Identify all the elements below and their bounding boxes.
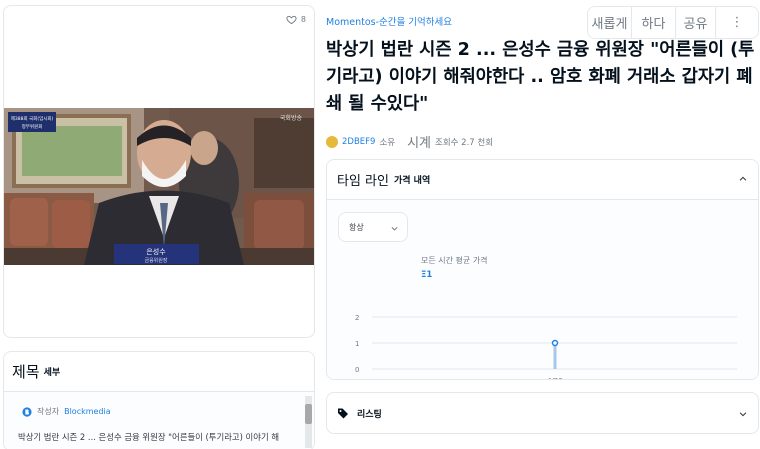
refresh-button[interactable]: 새롭게 <box>588 7 632 38</box>
period-select-value: 항상 <box>349 222 364 232</box>
average-price-value: Ξ1 <box>421 270 433 280</box>
description-panel: 제목 세부 작성자 Blockmedia 박상기 법란 시즌 2 ... 은성수… <box>3 351 315 449</box>
broadcast-logo: 국회방송 <box>280 114 303 122</box>
listings-panel[interactable]: 리스팅 <box>326 392 759 434</box>
owner-link[interactable]: 2DBEF9 <box>342 137 375 147</box>
more-options-button[interactable]: ⋮ <box>716 7 758 38</box>
price-history-title: 타임 라인 <box>337 174 389 189</box>
period-select[interactable]: 항상 <box>338 212 408 242</box>
owner-suffix: 소유 <box>379 137 396 148</box>
nameplate-role: 금융위원장 <box>144 257 167 264</box>
description-scrollbar[interactable] <box>305 396 312 448</box>
broadcast-caption-line1: 제388회 국회(임시회) <box>11 115 54 122</box>
y-tick-label: 1 <box>355 340 359 348</box>
description-text: 박상기 법란 시즌 2 ... 은성수 금융 위원장 "어른들이 (투기라고) … <box>18 432 280 442</box>
broadcast-caption-line2: 정무위원회 <box>22 123 43 130</box>
price-chart[interactable]: 2 1 0 4/23 <box>327 300 759 380</box>
favorite-button[interactable]: 8 <box>286 14 306 25</box>
favorites-count: 8 <box>300 15 306 24</box>
chevron-up-icon[interactable] <box>738 174 748 184</box>
listings-title: 리스팅 <box>357 409 382 420</box>
price-point[interactable] <box>551 339 559 347</box>
scrollbar-thumb[interactable] <box>305 404 312 424</box>
views-icon: 시계 <box>407 136 432 151</box>
x-tick-label: 4/23 <box>547 377 563 380</box>
asset-page: 8 은성수 금융위원장 제388회 국회(임시회) 정무위원회 국회방송 제목 … <box>0 0 760 449</box>
item-meta: 2DBEF9 소유 시계 조회수 2.7 천회 <box>326 132 493 151</box>
share-button[interactable]: 공유 <box>676 7 716 38</box>
nft-image[interactable]: 은성수 금융위원장 제388회 국회(임시회) 정무위원회 국회방송 <box>4 108 314 265</box>
owner-avatar <box>326 135 338 148</box>
collection-link[interactable]: Momentos-순간을 기억하세요 <box>326 14 452 28</box>
y-tick-label: 0 <box>355 366 359 374</box>
overlay-button[interactable]: 하다 <box>632 7 676 38</box>
author-prefix: 작성자 <box>37 407 60 416</box>
average-price-label: 모든 시간 평균 가격 <box>421 256 488 265</box>
price-history-subtitle: 가격 내역 <box>393 176 431 186</box>
views-count: 조회수 2.7 천회 <box>435 137 494 148</box>
hearing-photo: 은성수 금융위원장 제388회 국회(임시회) 정무위원회 국회방송 <box>4 108 314 265</box>
y-tick-label: 2 <box>355 314 359 322</box>
description-body: 작성자 Blockmedia 박상기 법란 시즌 2 ... 은성수 금융 위원… <box>4 392 314 449</box>
nameplate-name: 은성수 <box>146 247 166 256</box>
description-title: 제목 <box>12 363 40 381</box>
description-subtitle: 세부 <box>43 368 61 378</box>
volume-bar[interactable] <box>553 343 557 369</box>
blockmedia-logo-icon <box>22 406 32 417</box>
description-header[interactable]: 제목 세부 <box>4 352 314 392</box>
author-line: 작성자 Blockmedia <box>22 406 300 417</box>
price-history-header[interactable]: 타임 라인 가격 내역 <box>327 160 758 200</box>
media-card: 8 은성수 금융위원장 제388회 국회(임시회) 정무위원회 국회방송 <box>3 5 315 338</box>
chevron-down-icon[interactable] <box>738 409 748 419</box>
tag-icon <box>338 408 348 419</box>
price-history-panel: 타임 라인 가격 내역 항상 모든 시간 평균 가격 Ξ1 2 1 0 4/23 <box>326 159 759 380</box>
author-link[interactable]: Blockmedia <box>64 407 111 416</box>
item-title: 박상기 법란 시즌 2 ... 은성수 금융 위원장 "어른들이 (투기라고) … <box>326 40 755 114</box>
heart-icon <box>286 15 297 25</box>
price-history-body: 항상 모든 시간 평균 가격 Ξ1 2 1 0 4/23 <box>327 200 759 380</box>
chevron-down-icon <box>391 227 398 231</box>
action-bar: 새롭게 하다 공유 ⋮ <box>587 6 759 39</box>
